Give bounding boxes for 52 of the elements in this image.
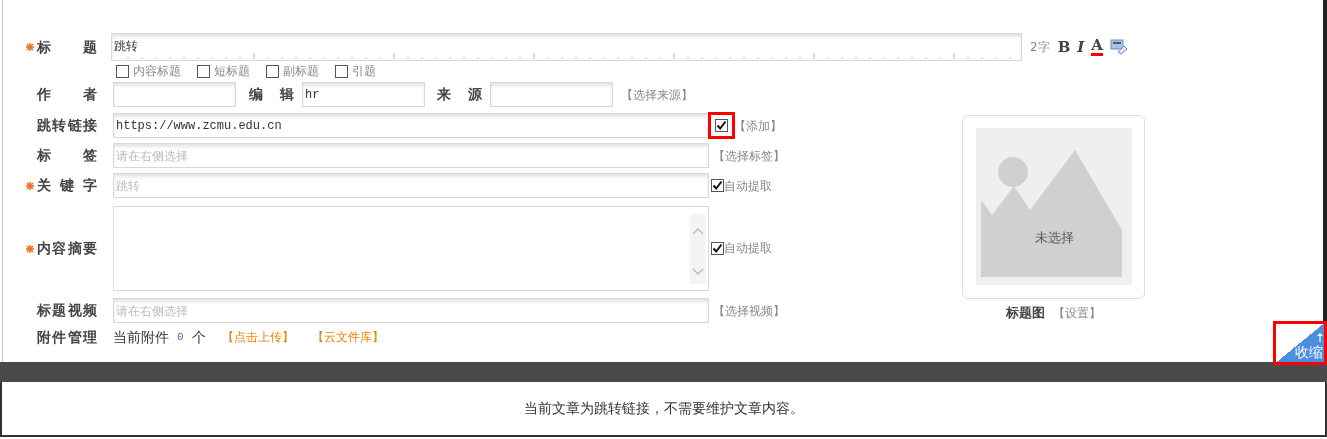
title-field[interactable]: 跳转 — [111, 33, 1022, 61]
attachment-unit: 个 — [191, 327, 206, 347]
set-image-link[interactable]: 【设置】 — [1053, 303, 1101, 322]
option-label: 内容标题 — [133, 63, 181, 80]
field-label: 作者 — [37, 85, 97, 104]
field-label: 标题 — [37, 37, 97, 57]
select-video-link[interactable]: 【选择视频】 — [713, 301, 785, 320]
scrollbar-drawing[interactable] — [690, 214, 706, 284]
checkbox-label: 自动提取 — [724, 242, 772, 255]
editor-field[interactable]: hr — [302, 82, 425, 107]
field-label: 标题视频 — [37, 301, 97, 320]
bold-button[interactable]: B — [1057, 39, 1071, 55]
add-link[interactable]: 【添加】 — [734, 116, 782, 135]
field-label: 标签 — [37, 146, 97, 165]
option-label: 引题 — [352, 63, 376, 80]
select-tags-link[interactable]: 【选择标签】 — [713, 146, 785, 165]
image-status: 未选择 — [1033, 229, 1075, 247]
image-placeholder[interactable]: 未选择 — [962, 115, 1145, 299]
upload-link[interactable]: 【点击上传】 — [221, 328, 294, 346]
video-field[interactable]: 请在右侧选择 — [113, 298, 709, 323]
notice-text: 当前文章为跳转链接，不需要维护文章内容。 — [523, 399, 804, 418]
checkbox[interactable] — [197, 64, 210, 78]
collapse-button[interactable]: 收缩 — [1273, 321, 1327, 365]
checkbox[interactable] — [335, 64, 348, 78]
attachment-count: 0 — [177, 329, 184, 345]
word-count: 2字 — [1030, 39, 1050, 56]
field-label: 编辑 — [249, 85, 294, 104]
select-source-link[interactable]: 【选择来源】 — [621, 85, 693, 104]
italic-button[interactable]: I — [1077, 39, 1085, 55]
spellcheck-icon[interactable] — [1110, 39, 1128, 55]
tag-field[interactable]: 请在右侧选择 — [113, 143, 709, 168]
font-color-button[interactable]: A — [1091, 38, 1103, 56]
field-label: 跳转链接 — [37, 116, 97, 135]
link-field[interactable]: https://www.zcmu.edu.cn — [113, 113, 709, 138]
checkbox-label: 自动提取 — [724, 177, 772, 195]
field-label: 来源 — [437, 85, 482, 104]
field-label: 内容摘要 — [37, 239, 97, 258]
option-label: 短标题 — [214, 63, 250, 80]
option-label: 副标题 — [283, 63, 319, 80]
keyword-field[interactable]: 跳转 — [113, 173, 709, 198]
checkbox[interactable] — [266, 64, 279, 78]
checkbox[interactable] — [711, 242, 724, 255]
up-arrow-icon — [1317, 333, 1323, 342]
checkbox[interactable] — [711, 179, 724, 192]
source-field[interactable] — [490, 82, 613, 107]
cloud-library-link[interactable]: 【云文件库】 — [311, 328, 384, 346]
author-field[interactable] — [113, 82, 236, 107]
checkbox[interactable] — [116, 64, 129, 78]
field-label: 关键字 — [37, 176, 97, 195]
image-label: 标题图 — [1006, 304, 1045, 322]
attachment-label: 当前附件 — [113, 327, 169, 347]
field-label: 附件管理 — [37, 327, 97, 347]
